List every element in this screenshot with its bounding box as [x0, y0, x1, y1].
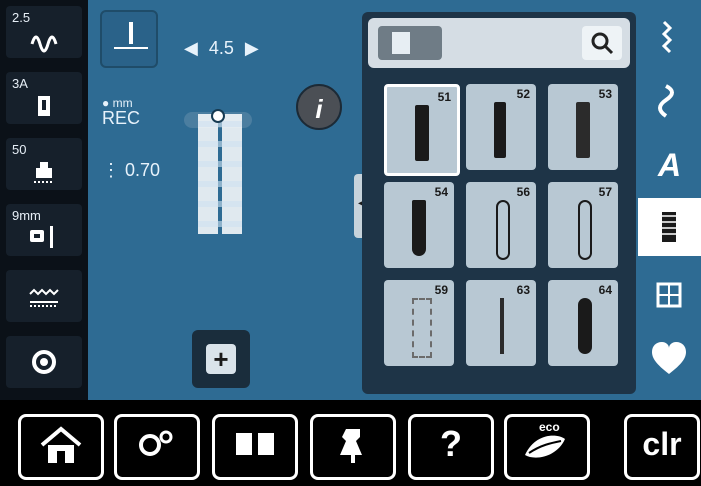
feed-dog-icon — [28, 284, 60, 312]
spacing-value: 0.70 — [125, 160, 161, 180]
plus-icon: + — [206, 344, 236, 374]
alphabets-tab[interactable]: A — [638, 136, 701, 194]
stitch-number: 56 — [516, 185, 530, 199]
buttonhole-stitch-icon — [184, 109, 252, 234]
stitch-width-button[interactable]: 2.5 — [6, 6, 82, 58]
buttonhole-category-icon — [662, 212, 676, 242]
tension-value: 50 — [12, 142, 27, 157]
keyhole-outline-icon — [578, 200, 592, 260]
stitch-width-icon — [28, 26, 60, 54]
stitch-tile-57[interactable]: 57 — [548, 182, 618, 268]
stitch-number: 63 — [516, 283, 530, 297]
stitch-tile-51[interactable]: 51 — [384, 84, 460, 176]
decorative-stitches-tab[interactable] — [638, 74, 701, 132]
needle-position-button[interactable] — [100, 10, 158, 68]
stitch-tile-53[interactable]: 53 — [548, 84, 618, 170]
stitch-width-value: 2.5 — [12, 10, 31, 25]
stitch-tile-54[interactable]: 54 — [384, 182, 454, 268]
stitch-tile-59[interactable]: 59 — [384, 280, 454, 366]
stitch-number: 57 — [598, 185, 612, 199]
stitch-number: 54 — [434, 185, 448, 199]
stitch-number: 53 — [598, 87, 612, 101]
rounded-buttonhole-icon — [578, 298, 592, 354]
buttonhole-icon — [494, 102, 506, 158]
length-value: 4.5 — [208, 38, 234, 58]
leaf-icon — [525, 435, 565, 458]
bobbin-icon — [28, 348, 60, 376]
quilt-icon — [656, 282, 682, 308]
length-control: ◀ 4.5 ▶ — [184, 38, 274, 58]
spacing-icon: ⋮ — [102, 160, 120, 180]
presser-foot-button[interactable]: 3A — [6, 72, 82, 124]
heart-icon — [652, 342, 686, 374]
stitch-grid: 51 52 53 54 56 57 59 63 64 — [384, 84, 624, 384]
search-button[interactable] — [582, 26, 622, 60]
utility-stitch-icon — [661, 20, 673, 54]
buttonhole-icon — [415, 105, 429, 161]
needle-plate-icon — [28, 224, 60, 252]
eco-button[interactable]: eco — [504, 414, 590, 480]
decorative-stitch-icon — [658, 84, 674, 118]
buttonhole-category-tab[interactable] — [378, 26, 442, 60]
bound-buttonhole-icon — [412, 298, 432, 358]
presser-foot-pressure-icon — [28, 158, 60, 186]
increase-length-icon[interactable]: ▶ — [245, 38, 259, 58]
stitch-tile-52[interactable]: 52 — [466, 84, 536, 170]
bobbin-button[interactable] — [6, 336, 82, 388]
spacing-control[interactable]: ⋮ 0.70 — [102, 160, 182, 188]
keyhole-icon — [412, 200, 426, 256]
presser-foot-value: 3A — [12, 76, 28, 91]
buttonhole-icon — [576, 102, 590, 158]
personal-program-tab[interactable] — [638, 330, 701, 388]
left-sidebar: 2.5 3A 50 9mm — [0, 0, 88, 400]
keyhole-outline-icon — [496, 200, 510, 260]
panel-header — [368, 18, 630, 68]
home-icon — [40, 426, 82, 463]
search-icon — [591, 32, 614, 55]
decrease-length-icon[interactable]: ◀ — [184, 38, 198, 58]
tension-button[interactable]: 50 — [6, 138, 82, 190]
category-panel: 51 52 53 54 56 57 59 63 64 — [362, 12, 636, 394]
quilt-stitches-tab[interactable] — [638, 268, 701, 326]
stitch-tile-63[interactable]: 63 — [466, 280, 536, 366]
utility-stitches-tab[interactable] — [638, 12, 701, 70]
measure-mode[interactable]: ● mm REC — [102, 96, 172, 136]
stitch-tile-64[interactable]: 64 — [548, 280, 618, 366]
needle-button[interactable]: 9mm — [6, 204, 82, 256]
dress-form-icon — [340, 429, 362, 463]
stitch-number: 64 — [598, 283, 612, 297]
help-button[interactable]: ? — [408, 414, 494, 480]
straight-buttonhole-icon — [500, 298, 504, 354]
tutorial-button[interactable] — [212, 414, 298, 480]
right-sidebar: A — [638, 0, 701, 400]
stitch-number: 51 — [437, 90, 451, 104]
clear-button[interactable]: clr — [624, 414, 700, 480]
feed-dog-button[interactable] — [6, 270, 82, 322]
buttonholes-tab[interactable] — [638, 198, 701, 256]
measure-mode-label: REC — [102, 108, 141, 128]
info-icon: i — [315, 94, 323, 124]
presser-foot-icon — [28, 92, 60, 120]
home-button[interactable] — [18, 414, 104, 480]
stitch-preview — [182, 104, 254, 234]
add-button[interactable]: + — [192, 330, 250, 388]
stitch-number: 52 — [516, 87, 530, 101]
help-icon: ? — [440, 423, 462, 464]
needle-value: 9mm — [12, 208, 41, 223]
needle-position-icon — [114, 22, 148, 49]
stitch-number: 59 — [434, 283, 448, 297]
info-button[interactable]: i — [296, 84, 342, 130]
clr-label: clr — [642, 426, 682, 462]
stitch-tile-56[interactable]: 56 — [466, 182, 536, 268]
setup-button[interactable] — [114, 414, 200, 480]
buttonhole-category-icon — [392, 32, 410, 54]
alphabet-icon: A — [657, 147, 682, 183]
bottom-bar: ? eco clr — [0, 400, 701, 486]
gear-icon — [139, 430, 173, 456]
book-icon — [236, 433, 274, 455]
sewing-consultant-button[interactable] — [310, 414, 396, 480]
